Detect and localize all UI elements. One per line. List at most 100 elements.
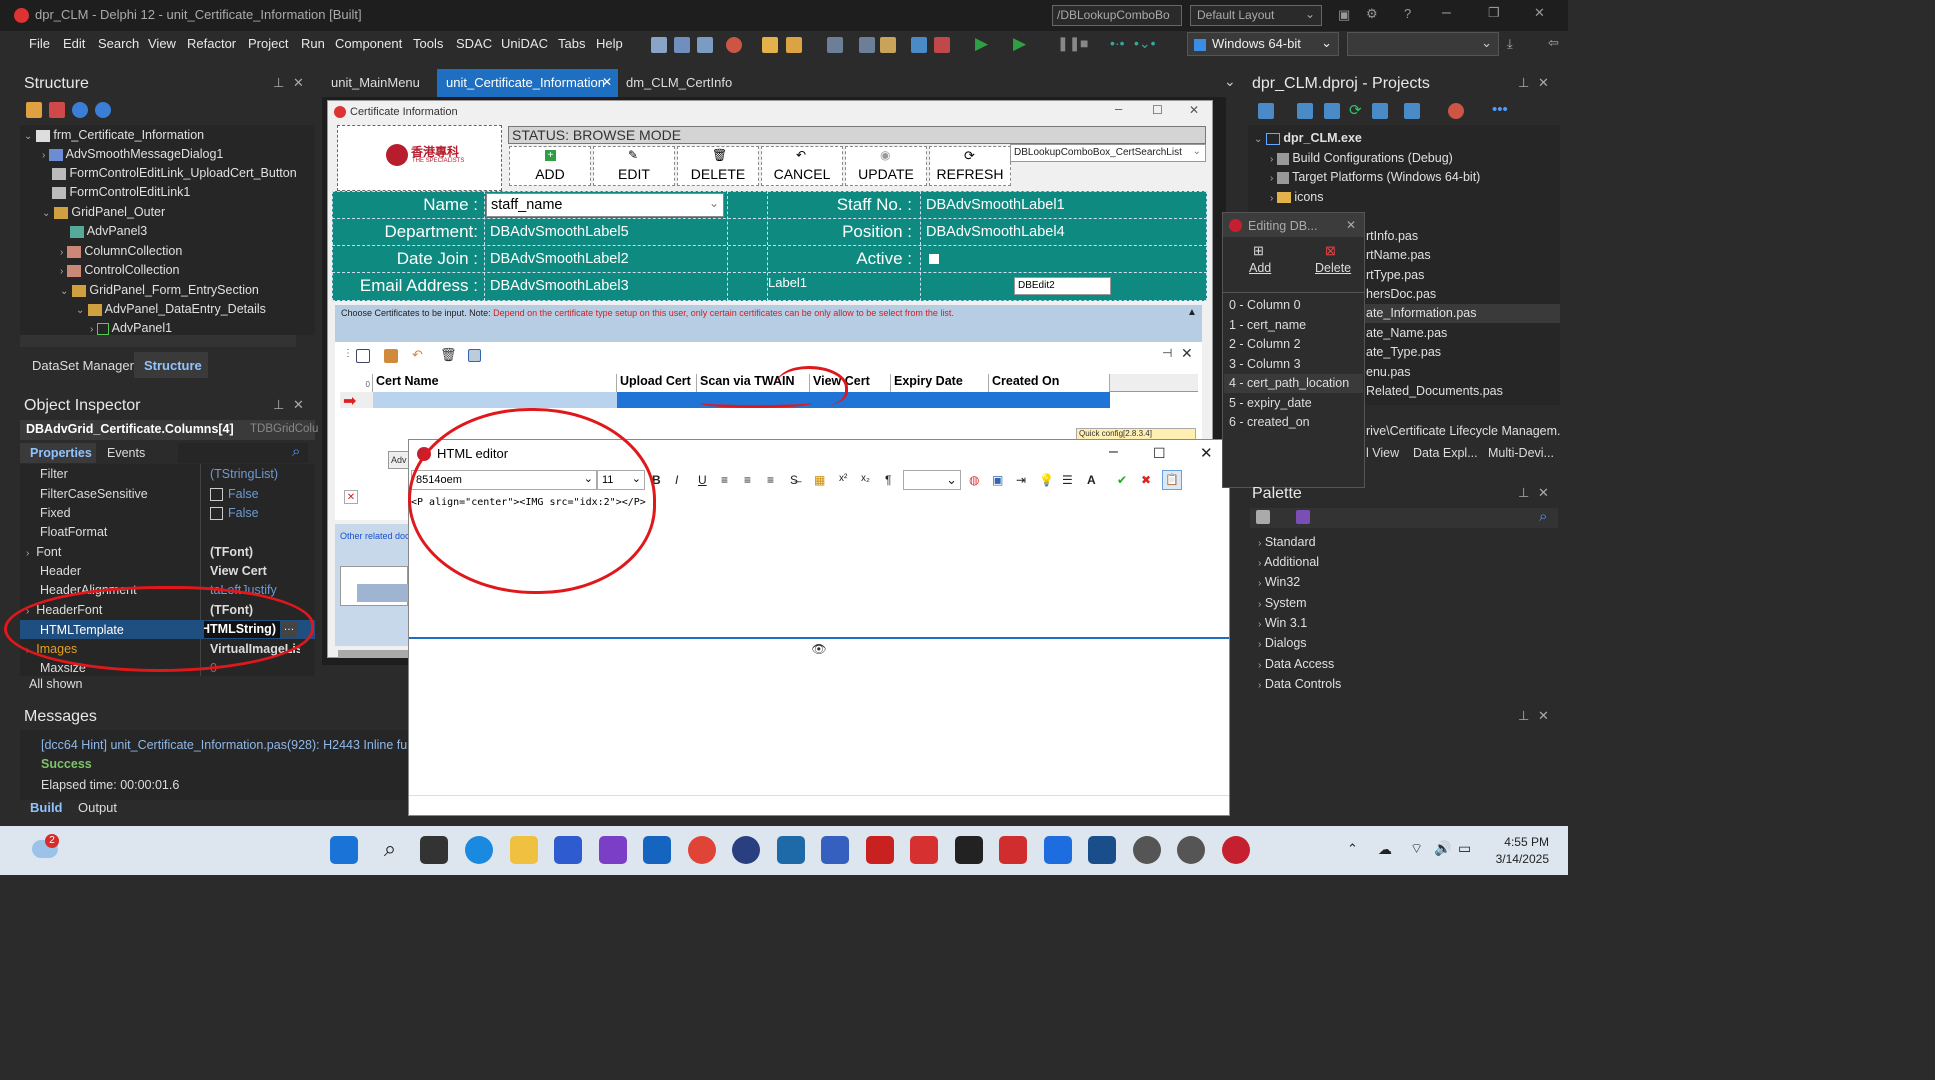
menu-sdac[interactable]: SDAC (456, 36, 492, 51)
build-config-select[interactable]: ⌄ (1347, 32, 1499, 56)
trace-into-icon[interactable]: •⌄• (1134, 35, 1156, 52)
tree-item[interactable]: › AdvSmoothMessageDialog1 (42, 147, 223, 161)
tree-item[interactable]: ⌄ GridPanel_Outer (42, 205, 165, 219)
gear-icon[interactable]: ⚙ (1366, 6, 1378, 22)
save-all-icon[interactable] (859, 37, 875, 53)
run-without-debug-icon[interactable]: ▶ (1013, 34, 1026, 54)
pointer-icon[interactable] (1296, 510, 1310, 524)
column-list-item[interactable]: 4 - cert_path_location (1229, 376, 1349, 390)
app-icon[interactable] (955, 836, 983, 864)
project-file[interactable]: Related_Documents.pas (1366, 384, 1503, 398)
subscript-icon[interactable]: x₂ (861, 473, 870, 484)
chevron-down-icon[interactable]: ⌄ (1224, 73, 1236, 90)
tree-item[interactable]: › icons (1270, 190, 1324, 204)
store-icon[interactable] (554, 836, 582, 864)
palette-category[interactable]: › Win32 (1258, 575, 1300, 589)
column-list-item[interactable]: 1 - cert_name (1229, 318, 1306, 332)
tab-unit-mainmenu[interactable]: unit_MainMenu (331, 75, 420, 90)
drag-handle-icon[interactable]: ⋮ (343, 348, 353, 359)
tab-events[interactable]: Events (107, 446, 145, 460)
ok-icon[interactable]: ✔ (1117, 473, 1127, 487)
grid-cell[interactable] (357, 584, 408, 602)
align-right-icon[interactable]: ≡ (767, 473, 774, 487)
close-icon[interactable]: ✕ (293, 75, 304, 91)
close-tab-icon[interactable]: ✕ (602, 75, 612, 89)
ide-search-input[interactable]: /DBLookupComboBo (1052, 5, 1182, 26)
close-icon[interactable]: ✕ (1538, 708, 1549, 724)
new-file-icon[interactable] (762, 37, 778, 53)
cancel-icon[interactable]: ✖ (1141, 473, 1151, 487)
delete-button[interactable]: 🗑 DELETE (677, 146, 759, 186)
column-list-item[interactable]: 6 - created_on (1229, 415, 1310, 429)
grid-header-cert-name[interactable]: Cert Name (373, 374, 617, 392)
clear-icon[interactable]: ✕ (344, 490, 358, 504)
app-icon[interactable] (821, 836, 849, 864)
palette-category[interactable]: › Data Access (1258, 657, 1334, 671)
color-picker-icon[interactable]: ◍ (969, 473, 979, 487)
arrow-up-icon[interactable] (72, 102, 88, 118)
menu-project[interactable]: Project (248, 36, 288, 51)
minimize-icon[interactable]: – (1109, 443, 1118, 461)
module-icon[interactable] (697, 37, 713, 53)
clock-date[interactable]: 3/14/2025 (1489, 852, 1549, 866)
edge-icon[interactable] (465, 836, 493, 864)
prop-value[interactable]: (TFont) (210, 545, 253, 559)
edit-row-icon[interactable] (384, 349, 398, 363)
project-file[interactable]: ate_Information.pas (1366, 306, 1477, 320)
prop-name[interactable]: Header (40, 564, 81, 578)
help-icon[interactable]: ? (1404, 6, 1411, 21)
menu-refactor[interactable]: Refactor (187, 36, 236, 51)
column-list-item[interactable]: 3 - Column 3 (1229, 357, 1301, 371)
tab-data-explorer[interactable]: Data Expl... (1413, 446, 1478, 460)
refresh-button[interactable]: ⟳ REFRESH (929, 146, 1011, 186)
wifi-icon[interactable]: ⌔ (1410, 840, 1423, 858)
stop-icon[interactable]: ■ (1080, 35, 1088, 51)
start-icon[interactable] (330, 836, 358, 864)
tab-multi-device[interactable]: Multi-Devi... (1488, 446, 1554, 460)
component-filter-icon[interactable] (1256, 510, 1270, 524)
delphi-taskbar-icon[interactable] (1222, 836, 1250, 864)
pin-icon[interactable]: ⊥ (1518, 75, 1529, 91)
message-elapsed[interactable]: Elapsed time: 00:00:01.6 (41, 778, 179, 792)
pdf-icon[interactable] (999, 836, 1027, 864)
pin-icon[interactable]: ⊥ (1518, 485, 1529, 501)
message-hint[interactable]: [dcc64 Hint] unit_Certificate_Informatio… (41, 738, 408, 752)
cloud-icon[interactable]: ☁ (1378, 841, 1392, 858)
update-button[interactable]: ◉ UPDATE (845, 146, 927, 186)
deploy-icon[interactable] (1404, 103, 1420, 119)
maximize-icon[interactable]: ☐ (1153, 445, 1166, 462)
delphi-icon[interactable] (726, 37, 742, 53)
outlook-icon[interactable] (643, 836, 671, 864)
battery-icon[interactable]: ▭ (1458, 840, 1471, 857)
layout-icon[interactable]: ▣ (1338, 7, 1350, 23)
tab-build[interactable]: Build (30, 800, 63, 815)
hrss-icon[interactable] (777, 836, 805, 864)
column-delete-button[interactable]: Delete (1315, 261, 1351, 275)
clipboard-icon[interactable]: 📋 (1162, 470, 1182, 490)
palette-category[interactable]: › Data Controls (1258, 677, 1341, 691)
tree-item[interactable]: FormControlEditLink1 (52, 185, 190, 199)
task-view-icon[interactable] (420, 836, 448, 864)
view-unit-icon[interactable] (934, 37, 950, 53)
palette-category[interactable]: › Win 3.1 (1258, 616, 1307, 630)
hint-icon[interactable]: 💡 (1039, 473, 1054, 487)
tree-item[interactable]: › Build Configurations (Debug) (1270, 151, 1453, 165)
column-list-item[interactable]: 0 - Column 0 (1229, 298, 1301, 312)
palette-category[interactable]: › Dialogs (1258, 636, 1307, 650)
app-icon[interactable] (1177, 836, 1205, 864)
form-hscrollbar[interactable] (338, 650, 410, 658)
tree-item[interactable]: › ControlCollection (60, 263, 180, 277)
palette-category[interactable]: › System (1258, 596, 1307, 610)
structure-hscrollbar[interactable] (20, 335, 296, 347)
menu-view[interactable]: View (148, 36, 176, 51)
app-icon[interactable] (866, 836, 894, 864)
tab-dataset-manager[interactable]: DataSet Manager (32, 358, 134, 373)
search-icon[interactable]: ⌕ (1539, 508, 1547, 525)
grid-header-upload-cert[interactable]: Upload Cert (617, 374, 697, 392)
menu-unidac[interactable]: UniDAC (501, 36, 548, 51)
close-icon[interactable]: ✕ (1538, 75, 1549, 91)
tree-item[interactable]: › AdvPanel1 (90, 321, 172, 335)
tab-model-view[interactable]: l View (1366, 446, 1399, 460)
tree-item[interactable]: ⌄ dpr_CLM.exe (1254, 131, 1362, 145)
menu-tools[interactable]: Tools (413, 36, 443, 51)
